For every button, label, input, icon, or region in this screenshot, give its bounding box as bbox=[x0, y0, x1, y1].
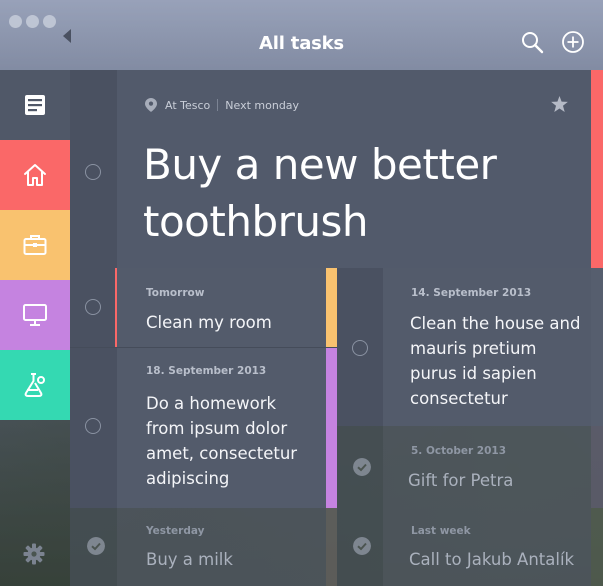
task-checkbox[interactable] bbox=[352, 340, 368, 356]
task-checkbox[interactable] bbox=[85, 299, 101, 315]
gear-icon[interactable] bbox=[22, 542, 46, 566]
close-window-button[interactable] bbox=[9, 15, 22, 28]
featured-task-location: At Tesco bbox=[165, 98, 211, 112]
task-title: Do a homework from ipsum dolor amet, con… bbox=[146, 394, 298, 488]
task-accent bbox=[591, 268, 603, 426]
window-title: All tasks bbox=[259, 33, 344, 54]
task-card-gift[interactable] bbox=[383, 426, 591, 508]
featured-task-checkbox[interactable] bbox=[85, 164, 101, 180]
task-accent bbox=[591, 508, 603, 586]
task-date: 14. September 2013 bbox=[411, 287, 532, 299]
task-date: Tomorrow bbox=[146, 287, 205, 299]
task-title: Gift for Petra bbox=[408, 471, 514, 490]
check-icon[interactable] bbox=[353, 458, 371, 476]
star-icon[interactable] bbox=[551, 96, 568, 112]
featured-task-due: Next monday bbox=[225, 98, 300, 112]
featured-task-meta: At Tesco Next monday bbox=[145, 98, 299, 112]
flask-icon bbox=[24, 373, 45, 397]
task-accent bbox=[326, 348, 337, 508]
task-checkbox[interactable] bbox=[85, 418, 101, 434]
task-date: Last week bbox=[411, 525, 471, 537]
home-icon bbox=[24, 164, 46, 186]
monitor-icon bbox=[23, 304, 47, 326]
featured-task-title: Buy a new better toothbrush bbox=[143, 140, 497, 246]
task-date: 5. October 2013 bbox=[411, 445, 507, 457]
title-bar: All tasks bbox=[0, 0, 603, 70]
task-title: Clean the house and mauris pretium purus… bbox=[410, 314, 581, 408]
check-icon[interactable] bbox=[353, 537, 371, 555]
sidebar-item-inbox[interactable] bbox=[0, 70, 70, 140]
meta-divider bbox=[217, 99, 219, 111]
task-title: Buy a milk bbox=[146, 550, 233, 569]
check-icon[interactable] bbox=[87, 537, 105, 555]
window-controls bbox=[9, 15, 56, 28]
task-card-clean-room[interactable] bbox=[117, 268, 326, 347]
selection-pointer bbox=[63, 29, 71, 43]
search-icon[interactable] bbox=[520, 30, 544, 54]
add-icon[interactable] bbox=[561, 30, 585, 54]
task-accent bbox=[326, 268, 337, 347]
task-title: Call to Jakub Antalík bbox=[409, 550, 575, 569]
sidebar-item-home[interactable] bbox=[0, 140, 70, 210]
task-title: Clean my room bbox=[146, 313, 272, 332]
sidebar-item-work[interactable] bbox=[0, 210, 70, 280]
task-date: Yesterday bbox=[146, 525, 205, 537]
zoom-window-button[interactable] bbox=[43, 15, 56, 28]
task-accent bbox=[326, 508, 337, 586]
location-pin-icon bbox=[145, 98, 157, 112]
featured-task-accent bbox=[591, 70, 603, 268]
sidebar-item-screen[interactable] bbox=[0, 280, 70, 350]
minimize-window-button[interactable] bbox=[26, 15, 39, 28]
task-accent bbox=[591, 426, 603, 508]
sidebar bbox=[0, 70, 70, 586]
briefcase-icon bbox=[23, 235, 47, 255]
task-date: 18. September 2013 bbox=[146, 365, 267, 377]
sidebar-item-science[interactable] bbox=[0, 350, 70, 420]
inbox-icon bbox=[25, 95, 45, 115]
